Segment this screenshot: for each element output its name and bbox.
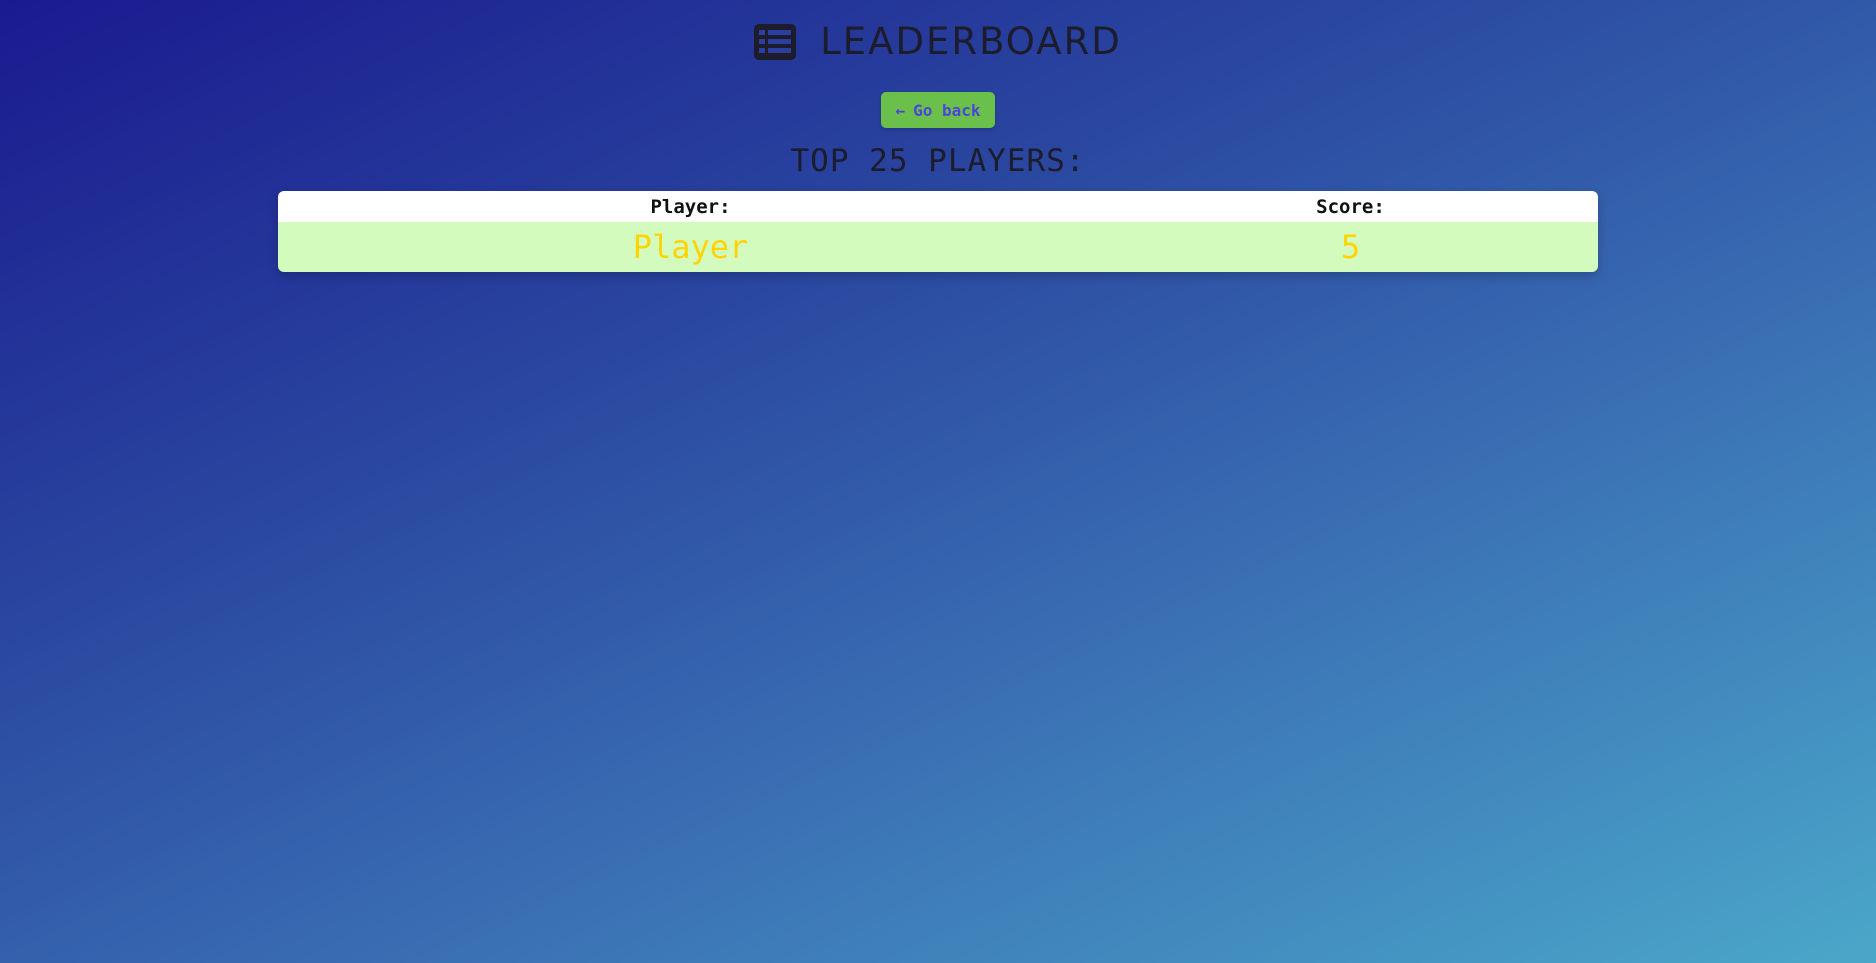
go-back-button[interactable]: ← Go back: [881, 92, 995, 128]
player-name: Player: [632, 228, 749, 266]
list-icon: [754, 23, 797, 60]
player-column-header: Player:: [650, 195, 731, 218]
table-row: Player 5: [278, 222, 1598, 272]
leaderboard-table: Player: Score: Player 5: [278, 191, 1598, 272]
page-header: LEADERBOARD: [0, 20, 1876, 63]
page-title: LEADERBOARD: [820, 20, 1122, 63]
player-score: 5: [1340, 228, 1361, 266]
score-column-header: Score:: [1316, 195, 1385, 218]
leaderboard-subtitle: TOP 25 PLAYERS:: [790, 143, 1086, 179]
table-header: Player: Score:: [278, 191, 1598, 222]
arrow-left-icon: ←: [895, 100, 906, 120]
go-back-label: Go back: [913, 100, 981, 120]
